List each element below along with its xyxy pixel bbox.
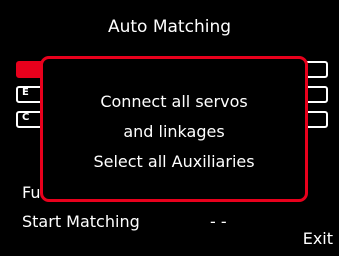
row-function-label: Fu xyxy=(22,183,41,202)
screen-title: Auto Matching xyxy=(107,17,232,37)
list-tab-2-letter: E xyxy=(22,87,29,98)
popup-line-1: Connect all servos xyxy=(100,92,248,111)
row-start-matching-label[interactable]: Start Matching xyxy=(22,212,140,232)
list-tab-3-letter: C xyxy=(22,112,30,123)
auto-matching-screen: Auto Matching E C Fu Start Matching - - … xyxy=(0,0,339,256)
popup-line-3: Select all Auxiliaries xyxy=(93,152,255,171)
exit-button[interactable]: Exit xyxy=(303,229,333,249)
row-start-matching-value: - - xyxy=(210,212,227,231)
info-popup: Connect all servos and linkages Select a… xyxy=(40,56,308,202)
popup-line-2: and linkages xyxy=(123,122,225,141)
